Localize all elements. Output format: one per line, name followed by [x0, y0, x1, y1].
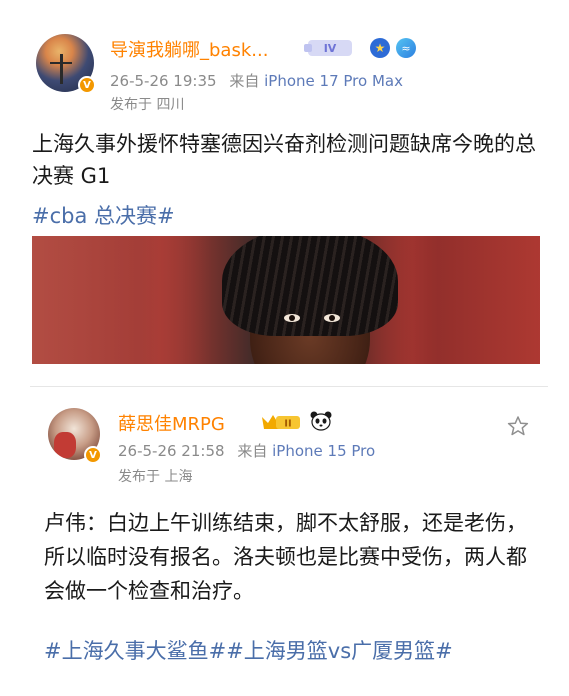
verified-v-icon: V	[84, 446, 102, 464]
verified-v-icon: V	[78, 76, 96, 94]
level-badge: IV	[304, 40, 352, 56]
avatar-pole	[60, 54, 63, 84]
hashtag-link[interactable]: #cba 总决赛#	[32, 200, 175, 230]
crown-icon: II	[262, 415, 300, 430]
source-device[interactable]: iPhone 15 Pro	[272, 442, 375, 460]
source-device[interactable]: iPhone 17 Pro Max	[264, 72, 403, 90]
weibo-post: V 薛思佳MRPG II 26-5-26 21:58 来自 iPhone 15 …	[0, 388, 569, 696]
post-image[interactable]	[32, 236, 540, 364]
username[interactable]: 导演我躺哪_bask...	[110, 36, 268, 62]
level-badge: II	[284, 419, 291, 430]
post-meta: 26-5-26 19:35 来自 iPhone 17 Pro Max	[110, 70, 403, 91]
post-timestamp: 26-5-26 21:58	[118, 442, 225, 460]
player-eye	[284, 314, 300, 322]
panda-icon	[310, 411, 332, 431]
post-meta: 26-5-26 21:58 来自 iPhone 15 Pro	[118, 440, 375, 461]
hashtag-link[interactable]: #上海久事大鲨鱼##上海男篮vs广厦男篮#	[44, 634, 544, 668]
weibo-post: V 导演我躺哪_bask... IV ★ ≈ 26-5-26 19:35 来自 …	[0, 0, 569, 388]
star-outline-icon[interactable]	[506, 414, 530, 438]
post-location: 发布于 上海	[118, 469, 193, 485]
image-background	[32, 236, 212, 364]
player-eye	[324, 314, 340, 322]
post-text: 上海久事外援怀特塞德因兴奋剂检测问题缺席今晚的总决赛 G1	[32, 132, 536, 188]
post-text: 卢伟：白边上午训练结束，脚不太舒服，还是老伤，所以临时没有报名。洛夫顿也是比赛中…	[44, 511, 527, 603]
username[interactable]: 薛思佳MRPG	[118, 410, 225, 436]
player-hair	[222, 236, 398, 336]
post-timestamp: 26-5-26 19:35	[110, 72, 217, 90]
post-location: 发布于 四川	[110, 97, 185, 113]
divider	[30, 386, 548, 387]
avatar-figure	[54, 432, 76, 458]
shield-star-icon: ★	[370, 38, 390, 58]
avatar-pole-bar	[50, 62, 72, 64]
wave-icon: ≈	[396, 38, 416, 58]
source-prefix: 来自	[237, 442, 268, 460]
source-prefix: 来自	[229, 72, 260, 90]
